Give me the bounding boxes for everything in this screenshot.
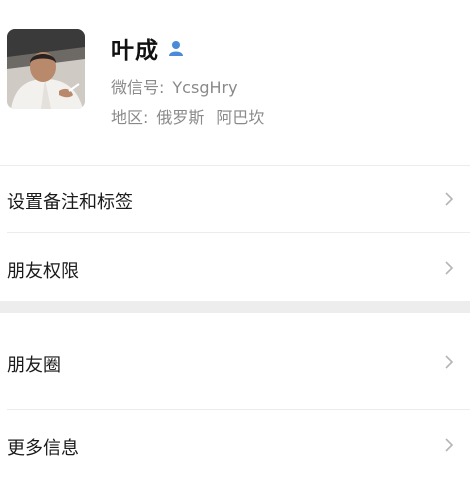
more-info-label: 更多信息 bbox=[7, 438, 79, 459]
chevron-right-icon bbox=[445, 192, 454, 206]
wechat-id-label: 微信号: bbox=[111, 78, 165, 97]
friend-permissions-row[interactable]: 朋友权限 bbox=[0, 233, 470, 301]
name-row: 叶成 bbox=[111, 32, 185, 64]
set-remark-and-tags-label: 设置备注和标签 bbox=[7, 192, 133, 213]
section-separator bbox=[0, 301, 470, 313]
chevron-right-icon bbox=[445, 261, 454, 275]
contact-name: 叶成 bbox=[111, 38, 159, 64]
contact-profile-header: 叶成 微信号: YcsgHry 地区: 俄罗斯 阿巴坎 bbox=[0, 0, 470, 165]
region-label: 地区: bbox=[111, 108, 149, 127]
region-country: 俄罗斯 bbox=[156, 108, 205, 127]
chevron-right-icon bbox=[445, 355, 454, 369]
moments-label: 朋友圈 bbox=[7, 355, 61, 376]
more-info-row[interactable]: 更多信息 bbox=[0, 410, 470, 478]
region-city: 阿巴坎 bbox=[216, 108, 265, 127]
region-line: 地区: 俄罗斯 阿巴坎 bbox=[111, 104, 264, 128]
avatar-photo bbox=[7, 29, 85, 109]
set-remark-and-tags-row[interactable]: 设置备注和标签 bbox=[0, 166, 470, 232]
friend-permissions-label: 朋友权限 bbox=[7, 261, 79, 282]
chevron-right-icon bbox=[445, 438, 454, 452]
moments-row[interactable]: 朋友圈 bbox=[0, 313, 470, 409]
male-person-icon bbox=[167, 39, 185, 57]
wechat-id-value[interactable]: YcsgHry bbox=[172, 78, 237, 97]
avatar[interactable] bbox=[7, 29, 85, 109]
wechat-id-line: 微信号: YcsgHry bbox=[111, 74, 238, 98]
